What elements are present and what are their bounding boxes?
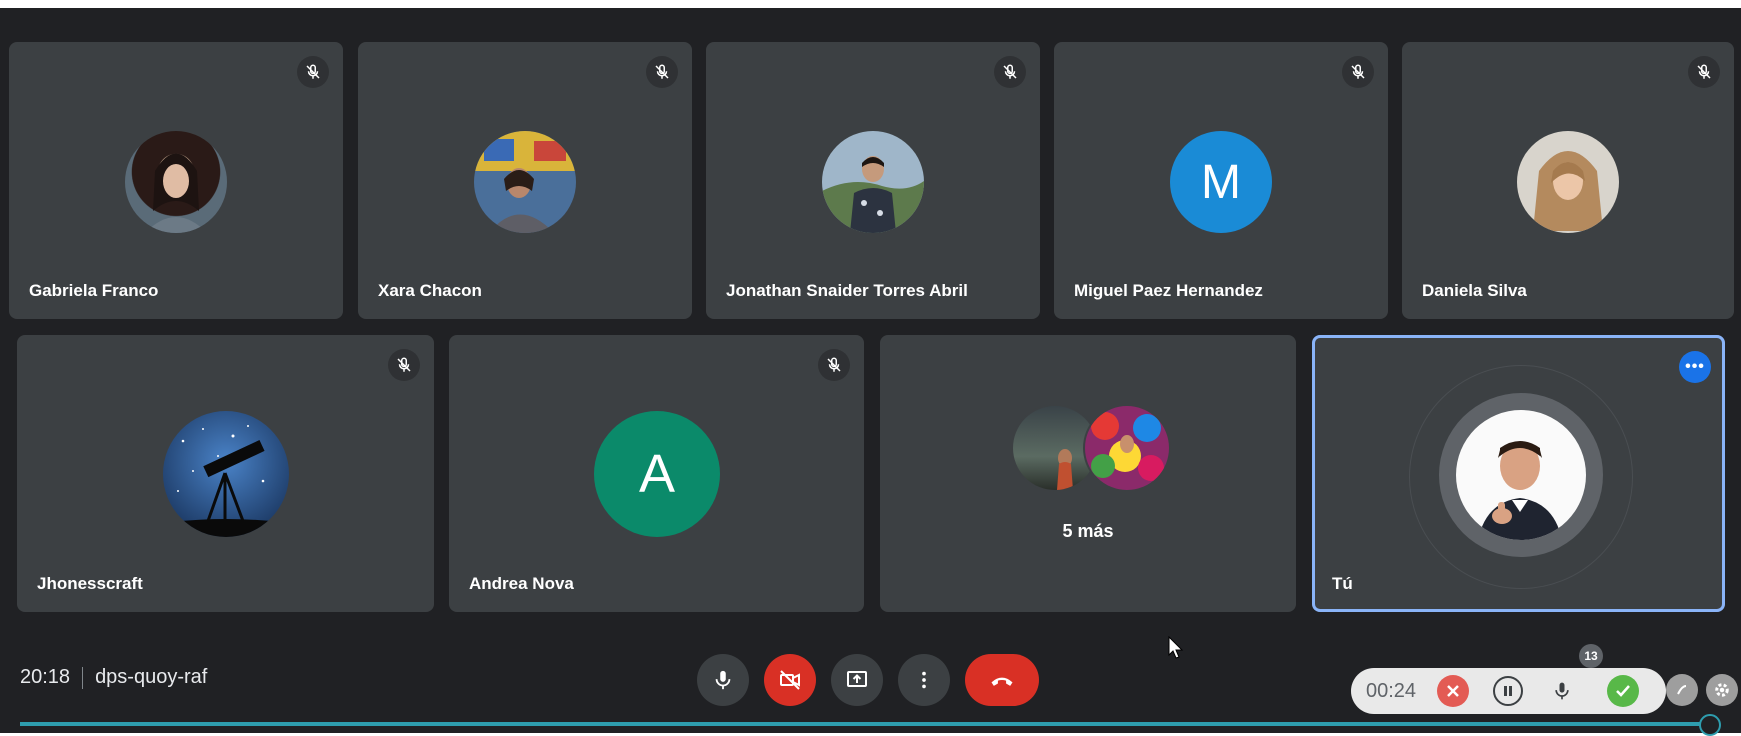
participant-name: Daniela Silva xyxy=(1422,281,1527,300)
participant-name: Tú xyxy=(1332,574,1353,593)
screen-recorder-bar: 00:24 xyxy=(1351,668,1666,714)
divider xyxy=(82,666,84,689)
meet-window: Gabriela Franco Xara Chacon Jonathan Sna… xyxy=(0,0,1741,736)
recorder-mic-button[interactable] xyxy=(1546,675,1578,707)
participant-name: Xara Chacon xyxy=(378,281,482,300)
participant-name: Miguel Paez Hernandez xyxy=(1074,281,1263,300)
participant-tile[interactable]: Jonathan Snaider Torres Abril xyxy=(706,42,1040,319)
top-strip xyxy=(0,0,1741,8)
more-vert-icon xyxy=(922,671,926,689)
avatar-letter: M xyxy=(1201,155,1241,209)
mic-icon xyxy=(715,670,731,690)
pen-icon xyxy=(1677,685,1687,695)
participant-tile[interactable]: A Andrea Nova xyxy=(449,335,864,612)
avatar xyxy=(1517,131,1619,233)
finish-recording-button[interactable] xyxy=(1607,675,1639,707)
avatar: M xyxy=(1170,131,1272,233)
meeting-time: 20:18 xyxy=(20,666,71,688)
progress-track xyxy=(20,722,1710,726)
draw-tool-button[interactable] xyxy=(1666,674,1698,706)
mic-off-icon xyxy=(646,56,678,88)
avatar xyxy=(474,131,576,233)
avatar xyxy=(822,131,924,233)
leave-call-button[interactable] xyxy=(965,654,1039,706)
cancel-recording-button[interactable] xyxy=(1437,675,1469,707)
recording-timer: 00:24 xyxy=(1366,679,1417,702)
meeting-code: dps-quoy-raf xyxy=(95,666,208,688)
self-tile[interactable]: ••• Tú xyxy=(1312,335,1725,612)
pause-recording-button[interactable] xyxy=(1493,676,1523,706)
more-horiz-icon[interactable]: ••• xyxy=(1679,351,1711,383)
avatar xyxy=(163,411,289,537)
participant-tile[interactable]: M Miguel Paez Hernandez xyxy=(1054,42,1388,319)
participant-name: Jonathan Snaider Torres Abril xyxy=(726,281,968,300)
participant-name: Andrea Nova xyxy=(469,574,574,593)
more-options-button[interactable] xyxy=(898,654,950,706)
mic-off-icon xyxy=(388,349,420,381)
avatar xyxy=(125,131,227,233)
pause-icon xyxy=(1504,686,1512,696)
participant-name: Gabriela Franco xyxy=(29,281,159,300)
participant-tile[interactable]: Gabriela Franco xyxy=(9,42,343,319)
participant-tile[interactable]: Daniela Silva xyxy=(1402,42,1734,319)
mic-off-icon xyxy=(1342,56,1374,88)
camera-off-button[interactable] xyxy=(764,654,816,706)
recorder-settings-button[interactable] xyxy=(1706,674,1738,706)
count-badge: 13 xyxy=(1579,644,1603,668)
avatar: A xyxy=(594,411,720,537)
mic-off-icon xyxy=(297,56,329,88)
participant-tile[interactable]: Xara Chacon xyxy=(358,42,692,319)
avatar xyxy=(1456,410,1586,540)
avatar xyxy=(1083,404,1171,492)
mic-icon xyxy=(1555,682,1569,700)
meeting-info: 20:18 dps-quoy-raf xyxy=(20,666,207,689)
present-button[interactable] xyxy=(831,654,883,706)
close-icon xyxy=(1447,685,1459,697)
mic-off-icon xyxy=(1688,56,1720,88)
overflow-participants-tile[interactable]: 5 más xyxy=(880,335,1296,612)
present-screen-icon xyxy=(847,671,867,687)
mic-off-icon xyxy=(818,349,850,381)
check-icon xyxy=(1616,685,1630,697)
participant-name: Jhonesscraft xyxy=(37,574,143,593)
overflow-label: 5 más xyxy=(1062,521,1114,541)
video-off-icon xyxy=(780,670,800,690)
avatar-letter: A xyxy=(638,444,676,504)
hang-up-icon xyxy=(991,677,1013,686)
mouse-cursor-icon xyxy=(1168,636,1184,659)
participant-tile[interactable]: Jhonesscraft xyxy=(17,335,434,612)
microphone-button[interactable] xyxy=(697,654,749,706)
gear-icon xyxy=(1715,683,1729,697)
mic-off-icon xyxy=(994,56,1026,88)
